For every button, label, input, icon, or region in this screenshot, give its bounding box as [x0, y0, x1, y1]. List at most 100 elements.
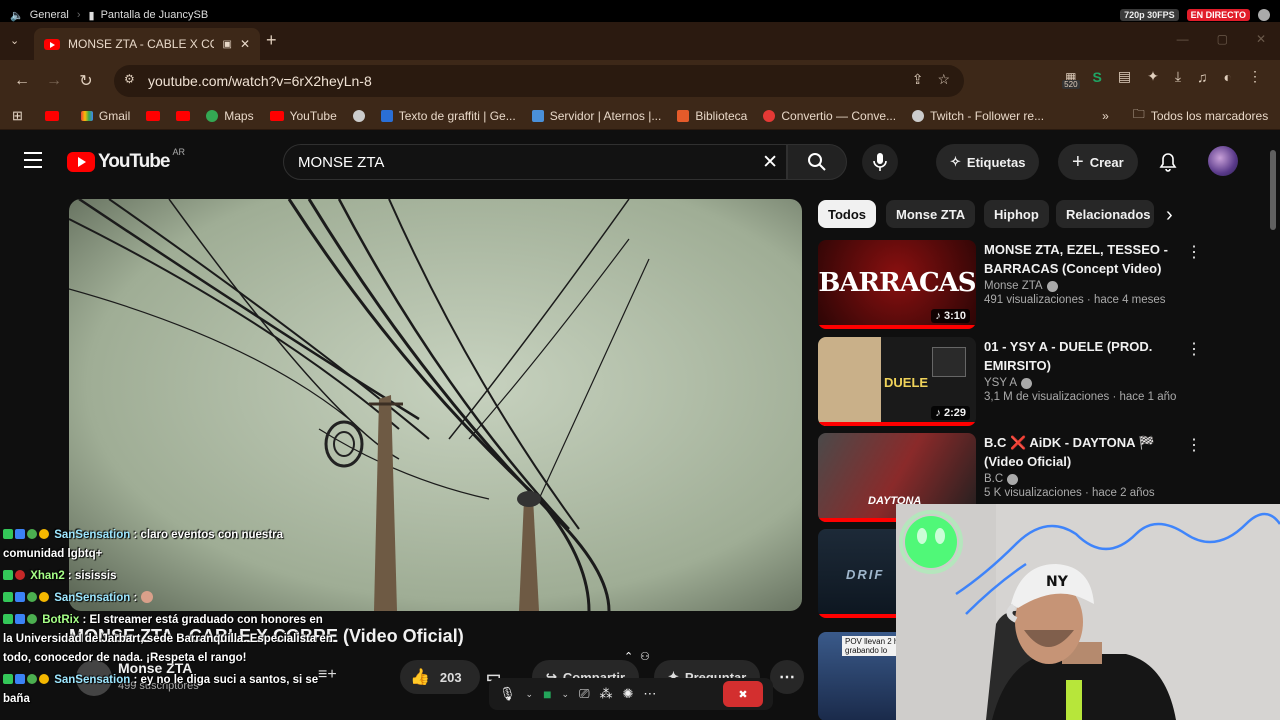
bookmark-twitch[interactable]: Twitch - Follower re...: [912, 109, 1044, 123]
more-options-icon[interactable]: ⋮: [1186, 339, 1202, 359]
youtube-logo-icon: [67, 152, 95, 172]
extension-counter-icon[interactable]: ▦ 520: [1062, 70, 1080, 89]
bookmark-maps[interactable]: Maps: [206, 109, 254, 123]
tab-list-chevron-icon[interactable]: ⌄: [10, 34, 19, 47]
more-options-icon[interactable]: ⋯: [643, 686, 656, 702]
more-bookmarks-icon[interactable]: »: [1102, 109, 1109, 123]
country-code: AR: [172, 147, 185, 157]
youtube-logo[interactable]: YouTube AR: [67, 147, 185, 173]
sheets-extension-icon[interactable]: S: [1093, 69, 1102, 85]
page-scrollbar[interactable]: [1270, 150, 1276, 230]
camera-options-icon[interactable]: ⌄: [562, 689, 570, 700]
tab-audio-icon[interactable]: ▣: [222, 39, 231, 50]
activities-icon[interactable]: ⁂: [599, 686, 612, 702]
avatar[interactable]: [1208, 146, 1238, 176]
webcam-overlay: NY: [896, 504, 1280, 720]
chips-next-icon[interactable]: ›: [1166, 204, 1173, 227]
convertio-icon: [763, 109, 776, 122]
rec-channel[interactable]: YSY A: [984, 377, 1017, 389]
more-actions-button[interactable]: ⋯: [770, 660, 804, 694]
tags-button[interactable]: ✧ Etiquetas: [936, 144, 1040, 180]
screen-share-label: Pantalla de JuancySB: [100, 9, 209, 21]
rec-meta: 491 visualizaciones · hace 4 meses: [984, 294, 1166, 306]
disconnect-button[interactable]: ✖: [723, 681, 763, 707]
address-bar[interactable]: ⚙ youtube.com/watch?v=6rX2heyLn-8 ⇪ ☆: [114, 65, 964, 97]
emote-icon: [140, 591, 153, 603]
list-item[interactable]: BARRACAS ♪ 3:10 MONSE ZTA, EZEL, TESSEO …: [818, 240, 1202, 332]
bookmark-3[interactable]: [146, 110, 161, 121]
chip-relacionados[interactable]: Relacionados: [1056, 200, 1154, 228]
new-tab-button[interactable]: +: [266, 30, 277, 51]
search-button[interactable]: [787, 144, 847, 180]
chat-username: BotRix: [42, 614, 80, 626]
camera-icon[interactable]: ■: [543, 686, 551, 702]
bookmark-convertio[interactable]: Convertio — Conve...: [763, 109, 896, 123]
notifications-bell-icon[interactable]: [1158, 152, 1178, 172]
tags-label: Etiquetas: [966, 154, 1026, 170]
live-badge: EN DIRECTO: [1186, 9, 1250, 21]
voice-channel-name[interactable]: General: [30, 9, 69, 21]
separator: ›: [76, 9, 81, 21]
rec-title[interactable]: MONSE ZTA, EZEL, TESSEO - BARRACAS (Conc…: [984, 240, 1180, 278]
bookmark-globe[interactable]: [352, 109, 365, 122]
close-tab-icon[interactable]: ✕: [240, 37, 250, 51]
bookmark-star-icon[interactable]: ☆: [937, 71, 950, 88]
minimize-icon[interactable]: —: [1177, 32, 1189, 46]
menu-dots-icon[interactable]: ⋮: [1248, 68, 1262, 85]
install-app-icon[interactable]: ⇪: [912, 71, 924, 88]
bookmark-graffiti[interactable]: Texto de graffiti | Ge...: [380, 108, 516, 123]
rec-title[interactable]: 01 - YSY A - DUELE (PROD. EMIRSITO): [984, 337, 1180, 375]
chip-hiphop[interactable]: Hiphop: [984, 200, 1049, 228]
mic-options-icon[interactable]: ⌄: [526, 689, 534, 700]
all-bookmarks[interactable]: 🗀 Todos los marcadores: [1133, 105, 1268, 126]
close-window-icon[interactable]: ✕: [1256, 32, 1266, 46]
dock-people-icon[interactable]: ⚇: [640, 650, 650, 663]
tab-youtube[interactable]: MONSE ZTA - CABLE X COB ▣ ✕: [34, 28, 260, 60]
site-info-icon[interactable]: ⚙: [124, 72, 135, 86]
media-icon[interactable]: ♫: [1197, 69, 1208, 85]
microphone-icon[interactable]: 🎙: [499, 686, 516, 702]
chat-text: : sisissis: [67, 570, 117, 582]
back-icon[interactable]: ←: [6, 65, 38, 97]
voice-search-button[interactable]: [862, 144, 898, 180]
soundboard-icon[interactable]: ✺: [622, 686, 633, 702]
more-options-icon[interactable]: ⋮: [1186, 435, 1202, 455]
list-item[interactable]: DUELE ♪ 2:29 01 - YSY A - DUELE (PROD. E…: [818, 337, 1202, 429]
chip-monse-zta[interactable]: Monse ZTA: [886, 200, 976, 228]
create-button[interactable]: + Crear: [1058, 144, 1138, 180]
video-thumbnail[interactable]: DUELE ♪ 2:29: [818, 337, 976, 426]
download-icon[interactable]: ⤓: [1175, 68, 1181, 85]
screen-share-icon[interactable]: ⎚: [579, 686, 589, 702]
reload-icon[interactable]: ↻: [70, 65, 102, 97]
rec-channel[interactable]: B.C: [984, 473, 1003, 485]
dock-collapse-icon[interactable]: ⌃: [624, 650, 633, 663]
call-controls: 🎙 ⌄ ■ ⌄ ⎚ ⁂ ✺ ⋯ ✖: [489, 678, 773, 710]
hamburger-menu-icon[interactable]: [24, 152, 42, 168]
youtube-icon: [44, 110, 59, 121]
duration-text: 2:29: [943, 407, 966, 419]
bookmark-1[interactable]: [44, 110, 65, 121]
bookmark-4[interactable]: [176, 110, 191, 121]
puzzle-icon[interactable]: ✦: [1147, 68, 1159, 85]
maximize-icon[interactable]: ▢: [1217, 32, 1228, 46]
rec-title[interactable]: B.C ❌ AiDK - DAYTONA 🏁 (Video Oficial): [984, 433, 1180, 471]
bookmark-youtube[interactable]: YouTube: [269, 109, 337, 123]
forward-icon[interactable]: →: [38, 65, 70, 97]
like-button[interactable]: 👍 203: [400, 660, 480, 694]
profile-icon[interactable]: ◐: [1224, 69, 1232, 85]
apps-grid-icon[interactable]: ⊞: [12, 108, 23, 124]
bookmark-label: Texto de graffiti | Ge...: [398, 108, 516, 123]
bookmark-biblioteca[interactable]: Biblioteca: [677, 109, 747, 123]
bookmark-gmail[interactable]: Gmail: [80, 109, 130, 123]
more-options-icon[interactable]: ⋮: [1186, 242, 1202, 262]
video-thumbnail[interactable]: BARRACAS ♪ 3:10: [818, 240, 976, 329]
extension-icon[interactable]: ▤: [1118, 68, 1131, 85]
chat-message: SanSensation :: [3, 589, 333, 608]
bookmark-aternos[interactable]: Servidor | Aternos |...: [531, 109, 661, 123]
rec-channel[interactable]: Monse ZTA: [984, 280, 1043, 292]
search-input[interactable]: MONSE ZTA ✕: [283, 144, 787, 180]
chip-todos[interactable]: Todos: [818, 200, 877, 228]
clear-search-icon[interactable]: ✕: [762, 151, 778, 174]
chat-bubble-icon[interactable]: [1258, 9, 1270, 21]
duration-text: 3:10: [943, 310, 966, 322]
